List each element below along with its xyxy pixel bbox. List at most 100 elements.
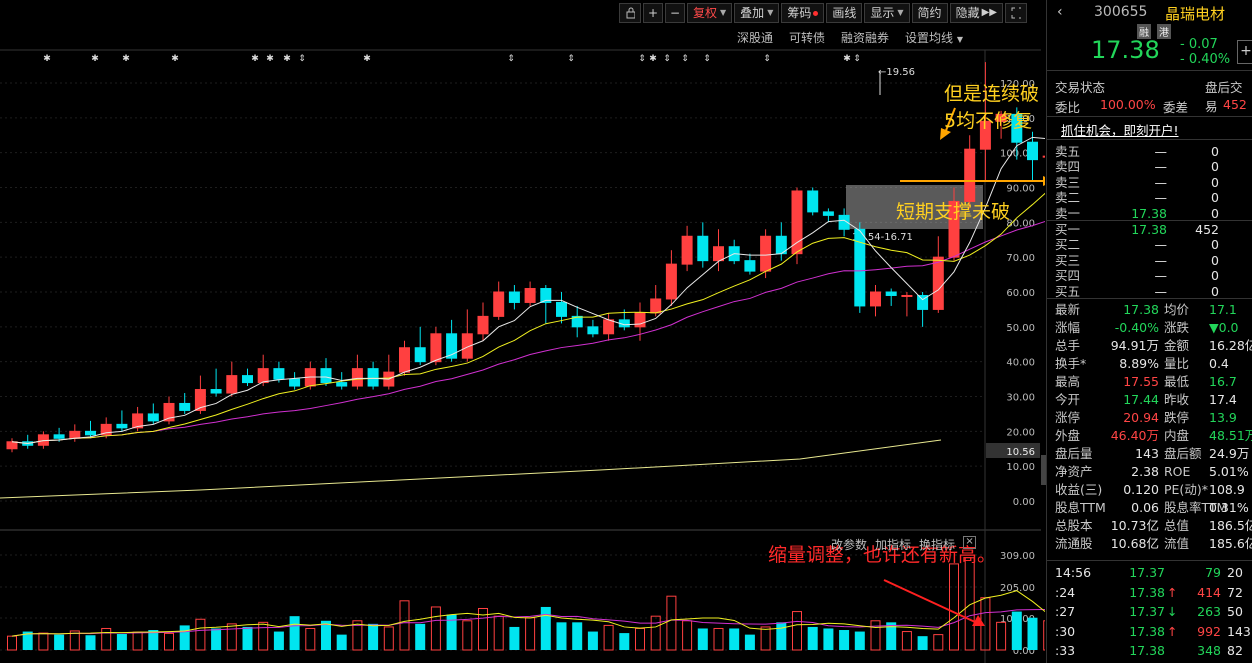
back-arrow-icon[interactable]: ‹ (1057, 4, 1063, 20)
price-tick-label: 40.00 (1006, 358, 1035, 369)
candle-body (744, 260, 756, 272)
candle-body (822, 211, 834, 216)
stat-label: 收益(三) (1055, 482, 1103, 497)
volume-bar (305, 627, 316, 651)
volume-bar (635, 627, 645, 651)
event-marker-icon: ✱ (91, 54, 99, 64)
display-button[interactable]: 显示 ▼ (864, 3, 910, 23)
tick-time: 14:56 (1055, 565, 1092, 580)
stat-value: 17.38 (1123, 302, 1159, 317)
price-tick-label: 0.00 (1013, 497, 1035, 508)
volume-tick-label: 205.00 (1000, 583, 1035, 594)
volume-bar (7, 635, 17, 651)
weibi-value: 100.00% (1100, 97, 1156, 112)
volume-bar (917, 636, 928, 650)
volume-bar (697, 628, 708, 650)
notification-dot (813, 10, 819, 16)
close-icon[interactable]: × (963, 536, 977, 549)
volume-bar (619, 633, 630, 650)
volume-bar (273, 631, 284, 650)
candle-body (901, 294, 913, 297)
volume-bar (556, 622, 567, 650)
arrow-up-icon: ↑ (1167, 623, 1178, 639)
open-account-link[interactable]: 抓住机会，即刻开户! (1061, 120, 1179, 139)
fullscreen-button[interactable] (1004, 3, 1027, 23)
event-marker-icon: ✱ (649, 54, 657, 64)
volume-bar (179, 625, 190, 650)
tick-price: 17.37 (1129, 604, 1165, 619)
zoom-out-button[interactable]: − (665, 3, 685, 23)
stat-value: 8.89% (1119, 356, 1159, 371)
stat-value: 17.4 (1209, 392, 1237, 407)
add-watch-button[interactable]: + (1237, 40, 1252, 64)
stat-row: 今开 17.44 昨收 17.4 (1047, 391, 1252, 408)
hk-connect-link[interactable]: 深股通 (737, 29, 773, 46)
tick-count: 82 (1227, 643, 1243, 658)
support-annotation: 短期支撑未破 (896, 201, 1011, 223)
candle-body (414, 347, 426, 363)
stat-label: 量比 (1164, 356, 1190, 371)
lock-button[interactable] (619, 3, 641, 23)
volume-bar (572, 622, 583, 650)
volume-bar (101, 627, 112, 651)
volume-bar (1043, 620, 1045, 651)
stat-label: 盘后额 (1164, 446, 1202, 461)
price-tick-label: 60.00 (1006, 288, 1035, 299)
stat-row: 总股本 10.73亿 总值 186.5亿 (1047, 517, 1252, 534)
candle-body (964, 148, 976, 202)
tick-row: :27 17.37 ↓ 263 50 (1047, 603, 1252, 620)
arrow-up-icon: ↑ (1167, 584, 1178, 600)
arrow-down-icon: ↓ (1167, 604, 1178, 619)
stat-label: 涨跌 (1164, 320, 1190, 335)
volume-bar (525, 617, 536, 651)
tick-count: 20 (1227, 565, 1243, 580)
switch-indicator-button[interactable]: 换指标 (919, 536, 955, 553)
lock-icon (626, 7, 635, 19)
stat-value: 17.55 (1123, 374, 1159, 389)
candle-body (367, 368, 379, 387)
hide-button[interactable]: 隐藏 ▶▶ (949, 3, 1003, 23)
volume-bar (776, 622, 787, 650)
event-marker-icon: ⇕ (507, 54, 515, 64)
volume-bar (713, 627, 724, 651)
stat-value: 0.06 (1131, 500, 1159, 515)
volume-bar (415, 623, 426, 650)
volume-bar (430, 606, 441, 651)
stat-value: 46.40万 (1110, 428, 1159, 443)
volume-bar (870, 620, 881, 651)
simple-button[interactable]: 简约 (911, 3, 948, 23)
candle-body (697, 235, 709, 262)
volume-bar (116, 634, 127, 650)
weibi-label: 委比 (1055, 100, 1081, 115)
stat-label: 最低 (1164, 374, 1190, 389)
kline-chart-area[interactable]: 120.00110.00100.0090.0080.0070.0060.0050… (0, 0, 1045, 663)
stat-row: 换手* 8.89% 量比 0.4 (1047, 355, 1252, 372)
stat-label: 总值 (1164, 518, 1190, 533)
convertible-bond-link[interactable]: 可转债 (789, 29, 825, 46)
zoom-in-button[interactable]: + (643, 3, 663, 23)
edit-params-button[interactable]: 改参数 (831, 536, 867, 553)
add-indicator-button[interactable]: 加指标 (875, 536, 911, 553)
volume-indicator-buttons: 改参数 加指标 换指标 × (831, 536, 977, 553)
stat-value: 13.9 (1209, 410, 1237, 425)
candle-body (242, 375, 253, 384)
fuquan-button[interactable]: 复权 ▼ (687, 3, 733, 23)
ma-settings-link[interactable]: 设置均线 ▼ (905, 29, 963, 46)
volume-bar (164, 632, 174, 651)
stock-code: 300655 (1094, 4, 1148, 20)
stat-row: 收益(三) 0.120 PE(动)* 108.9 (1047, 481, 1252, 498)
fuquan-label: 复权 (693, 6, 718, 20)
margin-trading-link[interactable]: 融资融券 (841, 29, 889, 46)
overlay-button[interactable]: 叠加 ▼ (734, 3, 780, 23)
event-marker-icon: ✱ (843, 54, 851, 64)
draw-line-button[interactable]: 画线 (826, 3, 863, 23)
current-price-label: 10.56 (1006, 447, 1035, 458)
chips-button[interactable]: 筹码 (781, 3, 825, 23)
chevron-down-icon: ▼ (897, 8, 904, 17)
tick-volume: 348 (1197, 643, 1221, 658)
candle-body (713, 246, 724, 262)
divider (1047, 560, 1252, 561)
stat-label: 金额 (1164, 338, 1190, 353)
stat-label: 均价 (1164, 302, 1190, 317)
candle-body (399, 347, 410, 373)
